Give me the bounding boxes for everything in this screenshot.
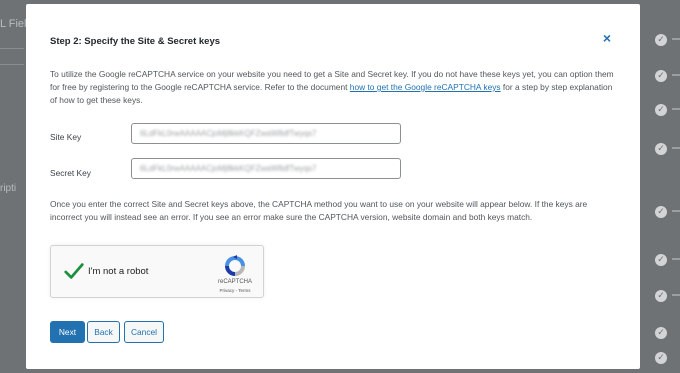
next-button[interactable]: Next bbox=[50, 321, 85, 343]
background-line bbox=[672, 38, 680, 40]
checkmark-icon[interactable] bbox=[63, 260, 85, 282]
background-line bbox=[672, 147, 680, 149]
check-circle-icon: ✓ bbox=[655, 34, 667, 46]
background-line bbox=[672, 294, 680, 296]
check-circle-icon: ✓ bbox=[655, 104, 667, 116]
check-circle-icon: ✓ bbox=[655, 206, 667, 218]
background-line bbox=[672, 258, 680, 260]
background-line bbox=[672, 108, 680, 110]
check-circle-icon: ✓ bbox=[655, 70, 667, 82]
recaptcha-brand: reCAPTCHA bbox=[217, 279, 252, 285]
background-divider bbox=[0, 64, 24, 65]
captcha-setup-modal: Step 2: Specify the Site & Secret keys ×… bbox=[26, 4, 640, 369]
recaptcha-privacy-terms[interactable]: Privacy - Terms bbox=[211, 288, 259, 293]
cancel-button[interactable]: Cancel bbox=[124, 321, 164, 343]
keys-help-link[interactable]: how to get the Google reCAPTCHA keys bbox=[350, 82, 501, 92]
modal-title: Step 2: Specify the Site & Secret keys bbox=[50, 36, 221, 47]
captcha-note: Once you enter the correct Site and Secr… bbox=[50, 199, 588, 222]
background-checklist: ✓ ✓ ✓ ✓ ✓ ✓ ✓ ✓ ✓ bbox=[640, 0, 680, 373]
background-line bbox=[672, 210, 680, 212]
background-line bbox=[672, 74, 680, 76]
back-button[interactable]: Back bbox=[87, 321, 120, 343]
check-circle-icon: ✓ bbox=[655, 327, 667, 339]
site-key-value: 6LdFkL0rwAAAAACjoMj8kkKQFZwaW8dfTwyqs7 bbox=[140, 129, 317, 138]
recaptcha-label: I'm not a robot bbox=[88, 266, 149, 277]
secret-key-label: Secret Key bbox=[50, 168, 91, 178]
check-circle-icon: ✓ bbox=[655, 290, 667, 302]
background-divider bbox=[0, 48, 24, 49]
recaptcha-widget: I'm not a robot reCAPTCHA Privacy - Term… bbox=[50, 245, 264, 298]
background-left-text: ripti bbox=[0, 183, 17, 194]
check-circle-icon: ✓ bbox=[655, 352, 667, 364]
background-left-text: L Fiel bbox=[0, 18, 27, 30]
check-circle-icon: ✓ bbox=[655, 254, 667, 266]
secret-key-value: 6LdFkL0rwAAAAACjoMj8kkKQFZwaW8dfTwyqs7 bbox=[140, 164, 317, 173]
secret-key-field[interactable]: 6LdFkL0rwAAAAACjoMj8kkKQFZwaW8dfTwyqs7 bbox=[131, 158, 401, 179]
close-icon[interactable]: × bbox=[600, 31, 614, 45]
recaptcha-logo-icon bbox=[225, 255, 245, 276]
check-circle-icon: ✓ bbox=[655, 143, 667, 155]
site-key-field[interactable]: 6LdFkL0rwAAAAACjoMj8kkKQFZwaW8dfTwyqs7 bbox=[131, 123, 401, 144]
intro-paragraph: To utilize the Google reCAPTCHA service … bbox=[50, 68, 618, 107]
site-key-label: Site Key bbox=[50, 132, 82, 142]
